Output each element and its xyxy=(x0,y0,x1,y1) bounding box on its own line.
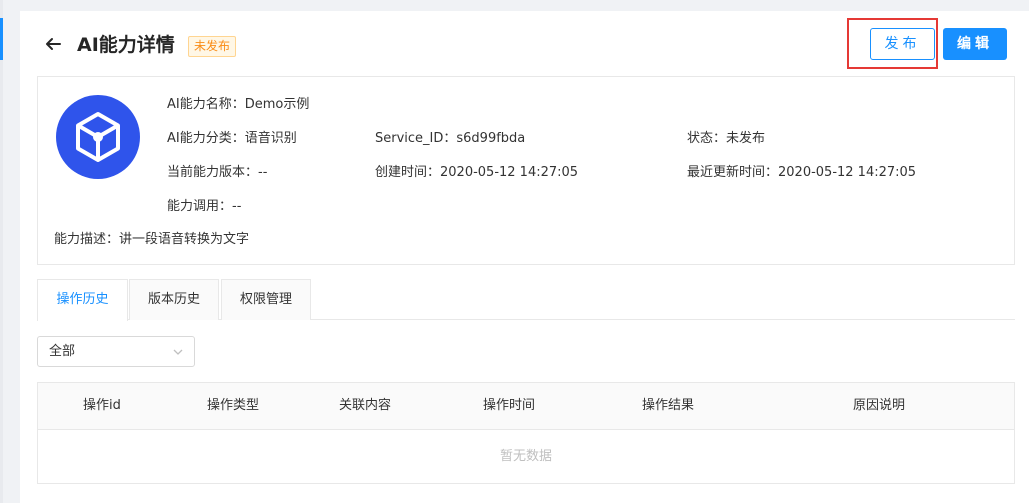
ability-category: AI能力分类：语音识别 xyxy=(167,131,297,146)
filter-select[interactable]: 全部 xyxy=(37,336,195,367)
page-header: AI能力详情 未发布 发布 编辑 xyxy=(20,11,1029,77)
detail-tabs: 操作历史 版本历史 权限管理 xyxy=(37,279,1015,321)
tab-operation-history[interactable]: 操作历史 xyxy=(37,279,128,321)
created-time: 创建时间：2020-05-12 14:27:05 xyxy=(375,165,579,180)
column-header: 操作id xyxy=(83,398,121,413)
ability-status: 状态：未发布 xyxy=(687,131,766,146)
edit-button[interactable]: 编辑 xyxy=(943,28,1007,60)
ability-calls: 能力调用：-- xyxy=(167,199,242,214)
ability-description: 能力描述：讲一段语音转换为文字 xyxy=(54,232,250,247)
left-nav-strip xyxy=(0,0,3,503)
detail-card: AI能力详情 未发布 发布 编辑 AI能力名称：Demo示例 AI能力分类：语音… xyxy=(20,11,1029,503)
current-version: 当前能力版本：-- xyxy=(167,165,268,180)
ability-info-panel: AI能力名称：Demo示例 AI能力分类：语音识别 Service_ID：s6d… xyxy=(37,76,1015,265)
tab-version-history[interactable]: 版本历史 xyxy=(129,279,219,320)
ability-name: AI能力名称：Demo示例 xyxy=(167,97,310,112)
empty-state-text: 暂无数据 xyxy=(499,449,552,464)
status-badge: 未发布 xyxy=(188,36,237,57)
column-header: 原因说明 xyxy=(853,398,906,413)
tab-permission-management[interactable]: 权限管理 xyxy=(221,279,311,320)
column-header: 操作类型 xyxy=(207,398,260,413)
page-title: AI能力详情 xyxy=(77,34,175,56)
cube-icon xyxy=(56,95,140,179)
filter-select-value: 全部 xyxy=(49,344,76,359)
updated-time: 最近更新时间：2020-05-12 14:27:05 xyxy=(687,165,917,180)
chevron-down-icon xyxy=(173,349,183,355)
column-header: 关联内容 xyxy=(339,398,392,413)
service-id: Service_ID：s6d99fbda xyxy=(375,131,526,146)
column-header: 操作结果 xyxy=(642,398,695,413)
operation-history-table: 操作id 操作类型 关联内容 操作时间 操作结果 原因说明 暂无数据 xyxy=(37,382,1015,484)
column-header: 操作时间 xyxy=(483,398,536,413)
publish-button[interactable]: 发布 xyxy=(870,28,935,60)
left-nav-active-indicator xyxy=(0,18,3,60)
table-header: 操作id 操作类型 关联内容 操作时间 操作结果 原因说明 xyxy=(38,383,1014,430)
arrow-left-icon[interactable] xyxy=(44,35,62,53)
